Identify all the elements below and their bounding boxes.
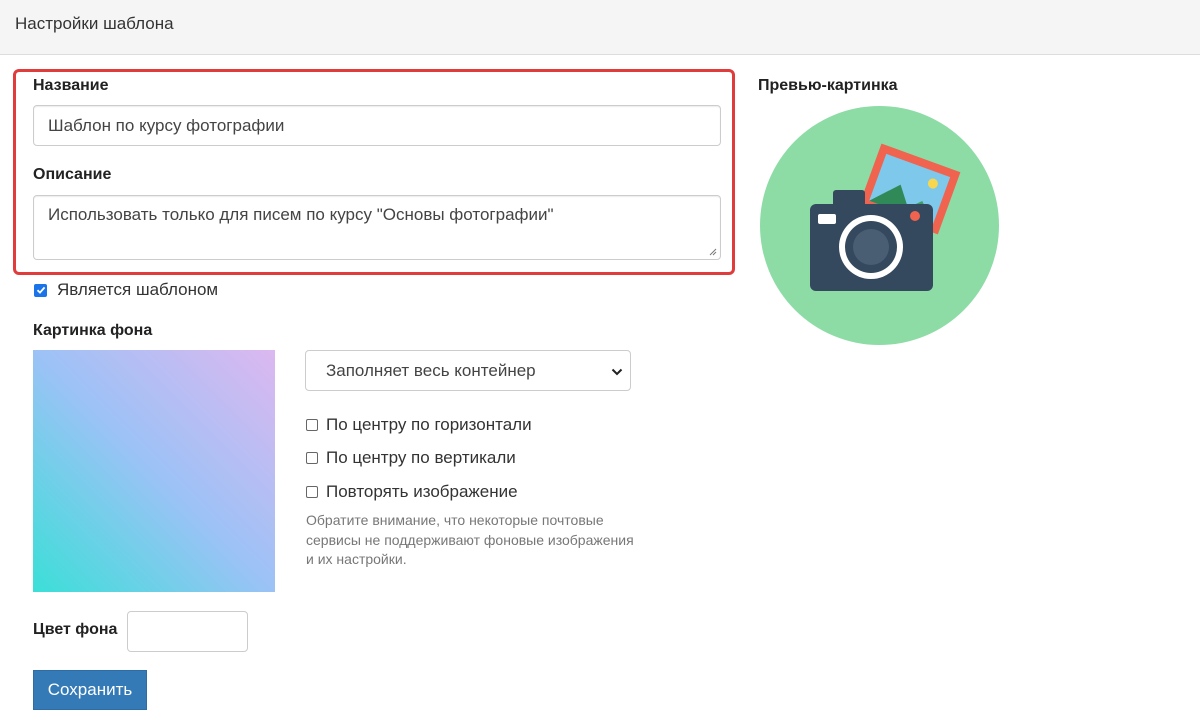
resize-grip-icon[interactable] <box>709 248 717 256</box>
bg-image-preview[interactable] <box>33 350 275 592</box>
bg-color-input[interactable] <box>127 611 248 652</box>
bg-image-label: Картинка фона <box>33 322 153 339</box>
center-vertical-label: По центру по вертикали <box>326 448 516 467</box>
center-horizontal-row[interactable]: По центру по горизонтали <box>306 415 532 435</box>
repeat-image-row[interactable]: Повторять изображение <box>306 482 518 502</box>
center-vertical-checkbox[interactable] <box>306 452 318 464</box>
is-template-checkbox[interactable] <box>34 283 47 297</box>
description-label: Описание <box>33 166 112 183</box>
description-textarea[interactable]: Использовать только для писем по курсу "… <box>33 195 721 260</box>
bg-size-selected: Заполняет весь контейнер <box>326 360 536 380</box>
save-button[interactable]: Сохранить <box>33 670 147 710</box>
repeat-image-label: Повторять изображение <box>326 482 518 501</box>
bg-size-select[interactable]: Заполняет весь контейнер <box>305 350 631 391</box>
repeat-image-checkbox[interactable] <box>306 486 318 498</box>
camera-icon <box>810 190 933 291</box>
name-label: Название <box>33 77 109 94</box>
center-vertical-row[interactable]: По центру по вертикали <box>306 448 516 468</box>
page-header: Настройки шаблона <box>0 0 1200 55</box>
camera-preview-image[interactable] <box>760 106 999 345</box>
is-template-label: Является шаблоном <box>57 280 219 299</box>
bg-color-label: Цвет фона <box>33 621 118 638</box>
is-template-row[interactable]: Является шаблоном <box>34 280 218 300</box>
name-input[interactable] <box>33 105 721 146</box>
chevron-down-icon <box>611 368 623 376</box>
checkmark-icon <box>36 286 45 294</box>
center-horizontal-label: По центру по горизонтали <box>326 415 532 434</box>
preview-label: Превью-картинка <box>758 77 898 94</box>
page-title: Настройки шаблона <box>15 14 174 33</box>
bg-help-text: Обратите внимание, что некоторые почтовы… <box>306 512 634 567</box>
center-horizontal-checkbox[interactable] <box>306 419 318 431</box>
